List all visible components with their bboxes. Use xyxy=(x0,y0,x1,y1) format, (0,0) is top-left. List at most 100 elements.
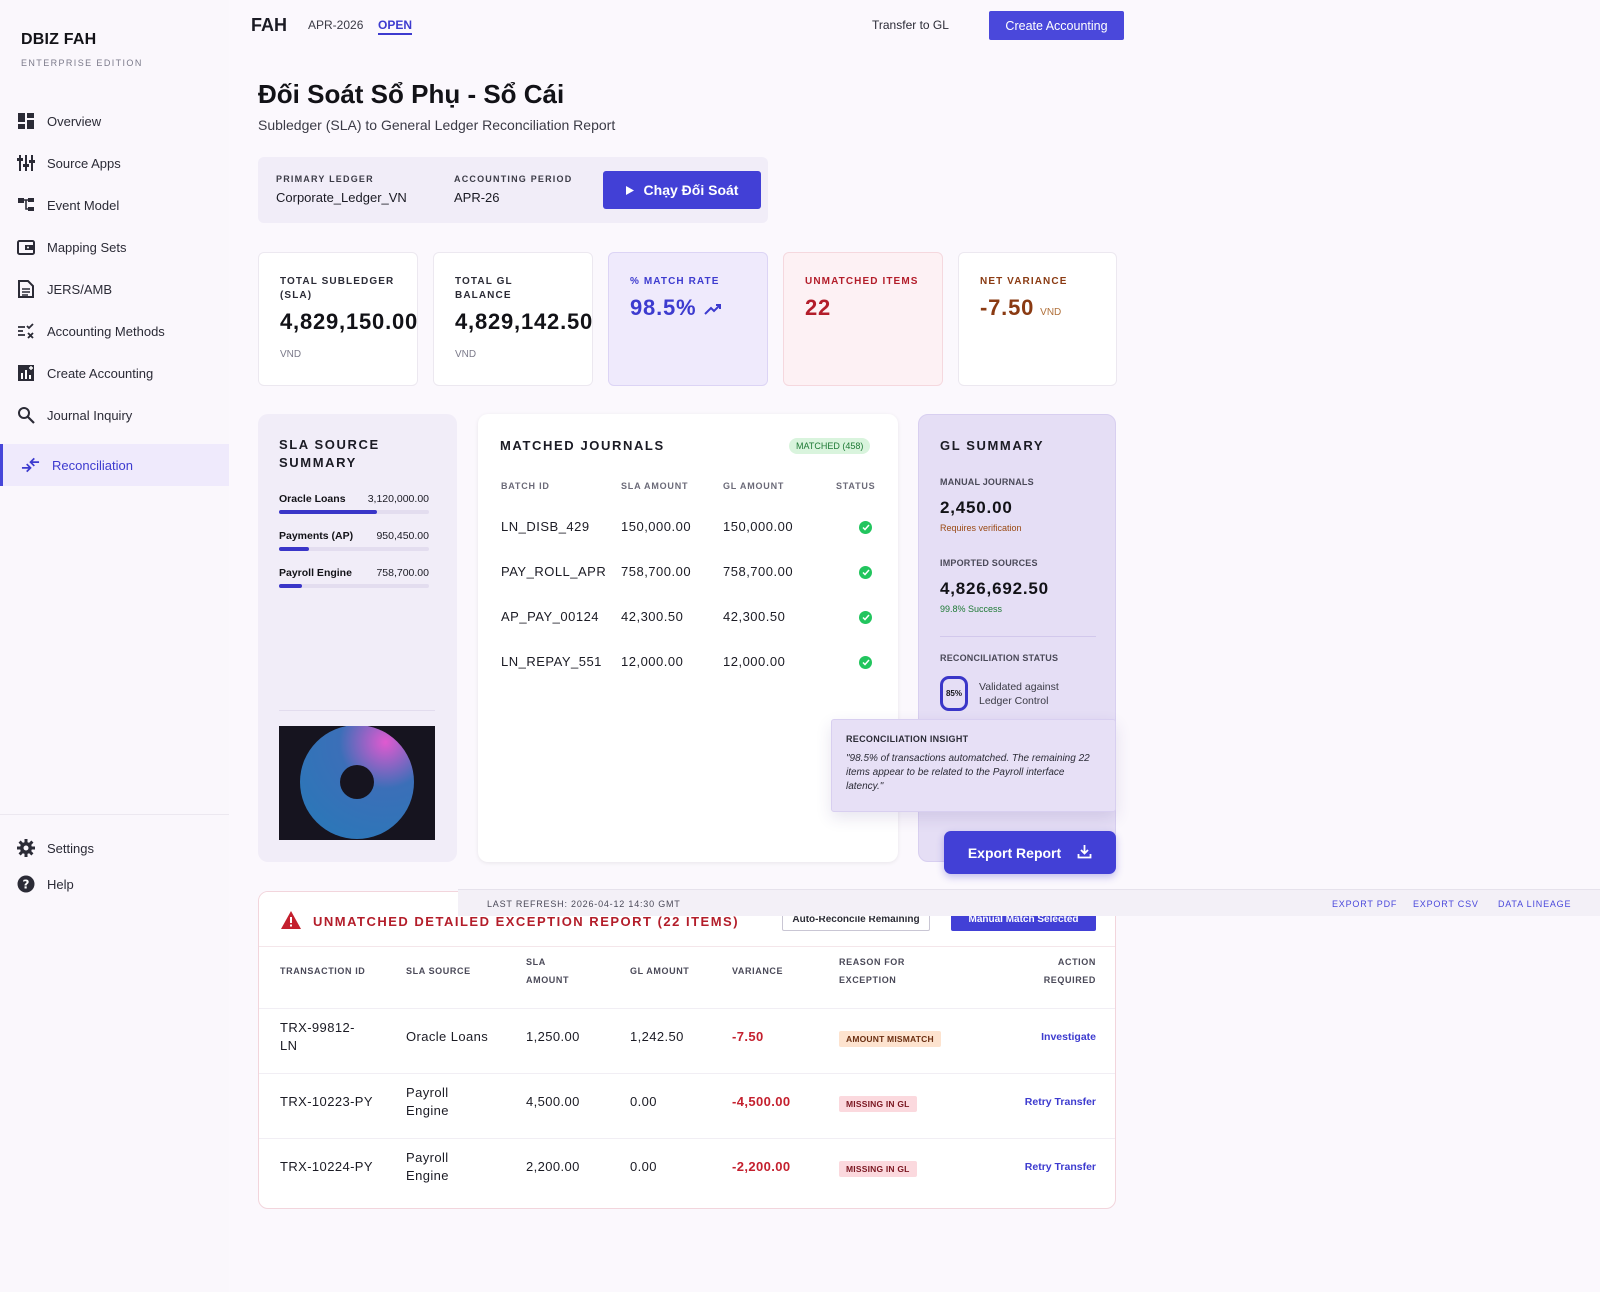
panel-title: MATCHED JOURNALS xyxy=(500,438,665,453)
sidebar-item-overview[interactable]: Overview xyxy=(0,100,229,142)
reason-badge: MISSING IN GL xyxy=(839,1161,917,1177)
sidebar: DBIZ FAH ENTERPRISE EDITION Overview Sou… xyxy=(0,0,229,1292)
sidebar-item-source-apps[interactable]: Source Apps xyxy=(0,142,229,184)
sla-source-line: Engine xyxy=(406,1103,449,1118)
sidebar-item-event-model[interactable]: Event Model xyxy=(0,184,229,226)
app-name: FAH xyxy=(251,15,287,35)
sidebar-item-label: Reconciliation xyxy=(52,457,133,473)
source-name: Oracle Loans xyxy=(279,493,346,505)
export-csv-link[interactable]: EXPORT CSV xyxy=(1413,899,1479,909)
check-circle-icon xyxy=(859,656,872,669)
footer-bar: LAST REFRESH: 2026-04-12 14:30 GMT EXPOR… xyxy=(458,889,1600,916)
check-circle-icon xyxy=(859,566,872,579)
gear-icon xyxy=(16,839,35,858)
manual-journals-value: 2,450.00 xyxy=(940,498,1013,517)
status-text-line: Validated against xyxy=(979,681,1059,693)
imported-sources-note: 99.8% Success xyxy=(940,604,1003,614)
row-divider xyxy=(259,1073,1115,1074)
sidebar-item-label: Event Model xyxy=(47,197,120,213)
sla-source-row: Oracle Loans 3,120,000.00 xyxy=(279,493,429,514)
sla-source-summary-panel: SLA SOURCE SUMMARY Oracle Loans 3,120,000… xyxy=(258,414,457,862)
column-header: SLA AMOUNT xyxy=(621,481,689,491)
create-accounting-button[interactable]: Create Accounting xyxy=(989,11,1124,40)
kpi-unit: VND xyxy=(280,349,302,360)
ledger-select[interactable]: Corporate_Ledger_VN xyxy=(276,190,407,205)
column-header-line: REQUIRED xyxy=(1043,975,1096,985)
brand-edition: ENTERPRISE EDITION xyxy=(21,58,143,68)
transfer-to-gl-button[interactable]: Transfer to GL xyxy=(872,18,949,32)
kpi-value: -7.50 xyxy=(980,295,1035,320)
column-header: VARIANCE xyxy=(732,966,784,976)
page-title: Đối Soát Sổ Phụ - Sổ Cái xyxy=(258,79,565,109)
column-header-line: EXCEPTION xyxy=(839,975,897,985)
column-header: GL AMOUNT xyxy=(723,481,785,491)
sidebar-item-label: Source Apps xyxy=(47,155,121,171)
document-icon xyxy=(16,280,35,299)
sla-source-line: Payroll xyxy=(406,1150,449,1165)
sla-source: Payroll Engine xyxy=(406,1084,449,1120)
kpi-value: 4,829,150.00 xyxy=(280,309,419,334)
retry-transfer-link[interactable]: Retry Transfer xyxy=(976,1096,1096,1108)
column-header: ACTION REQUIRED xyxy=(996,953,1096,989)
panel-title: SLA SOURCE SUMMARY xyxy=(279,437,380,470)
transaction-id-line: TRX-99812- xyxy=(280,1020,355,1035)
source-share-fill xyxy=(279,510,377,514)
sidebar-item-label: Journal Inquiry xyxy=(47,407,133,423)
row-divider xyxy=(259,1008,1115,1009)
column-header: BATCH ID xyxy=(501,481,550,491)
sidebar-item-label: Create Accounting xyxy=(47,365,154,381)
status-progress-ring: 85% xyxy=(940,676,968,711)
play-icon xyxy=(625,182,634,198)
transaction-id-line: LN xyxy=(280,1038,298,1053)
transaction-id: TRX-10223-PY xyxy=(280,1094,373,1109)
column-header-line: REASON FOR xyxy=(839,957,906,967)
trending-up-icon xyxy=(704,295,722,321)
filter-bar: PRIMARY LEDGER Corporate_Ledger_VN ACCOU… xyxy=(258,157,768,223)
divider xyxy=(279,710,435,711)
sidebar-item-journal-inquiry[interactable]: Journal Inquiry xyxy=(0,394,229,436)
run-reconciliation-button[interactable]: Chạy Đối Soát xyxy=(603,171,761,209)
kpi-label: TOTAL SUBLEDGER (SLA) xyxy=(280,276,395,301)
sla-amount: 758,700.00 xyxy=(621,564,692,579)
kpi-label: NET VARIANCE xyxy=(980,276,1068,287)
kpi-total-subledger: TOTAL SUBLEDGER (SLA) 4,829,150.00 VND xyxy=(258,252,418,386)
sla-amount: 1,250.00 xyxy=(526,1029,580,1044)
source-share-fill xyxy=(279,547,309,551)
sla-source-row: Payments (AP) 950,450.00 xyxy=(279,530,429,551)
sidebar-item-label: Help xyxy=(47,876,74,892)
variance: -2,200.00 xyxy=(732,1159,791,1174)
column-header: REASON FOR EXCEPTION xyxy=(839,953,905,989)
kpi-value: 98.5% xyxy=(630,295,697,320)
status-text-line: Ledger Control xyxy=(979,695,1049,707)
export-pdf-link[interactable]: EXPORT PDF xyxy=(1332,899,1397,909)
period-status-tab[interactable]: OPEN xyxy=(378,18,413,35)
sidebar-item-jers-amb[interactable]: JERS/AMB xyxy=(0,268,229,310)
status-text: Validated against Ledger Control xyxy=(979,680,1059,708)
period-selector[interactable]: APR-2026 xyxy=(308,18,363,32)
sidebar-item-accounting-methods[interactable]: Accounting Methods xyxy=(0,310,229,352)
sidebar-item-create-accounting[interactable]: Create Accounting xyxy=(0,352,229,394)
manual-journals-label: MANUAL JOURNALS xyxy=(940,477,1034,487)
manual-journals-note: Requires verification xyxy=(940,523,1022,533)
exception-title: UNMATCHED DETAILED EXCEPTION REPORT (22 … xyxy=(313,914,740,929)
period-select[interactable]: APR-26 xyxy=(454,190,500,205)
sidebar-item-mapping-sets[interactable]: Mapping Sets xyxy=(0,226,229,268)
column-header-line: AMOUNT xyxy=(526,975,570,985)
reconciliation-insight-tooltip: RECONCILIATION INSIGHT "98.5% of transac… xyxy=(831,719,1116,812)
kpi-label: UNMATCHED ITEMS xyxy=(805,276,919,287)
source-share-bar xyxy=(279,510,429,514)
gl-amount: 0.00 xyxy=(630,1094,657,1109)
investigate-link[interactable]: Investigate xyxy=(976,1031,1096,1043)
tree-icon xyxy=(16,196,35,215)
export-report-button[interactable]: Export Report xyxy=(944,831,1116,874)
sidebar-item-label: Accounting Methods xyxy=(47,323,165,339)
reason-badge: MISSING IN GL xyxy=(839,1096,917,1112)
sidebar-item-help[interactable]: ? Help xyxy=(0,863,229,905)
chart-add-icon xyxy=(16,364,35,383)
imported-sources-value: 4,826,692.50 xyxy=(940,579,1049,598)
data-lineage-link[interactable]: DATA LINEAGE xyxy=(1498,899,1571,909)
sla-source-line: Payroll xyxy=(406,1085,449,1100)
sidebar-item-reconciliation[interactable]: Reconciliation xyxy=(0,444,229,486)
gl-amount: 150,000.00 xyxy=(723,519,794,534)
retry-transfer-link[interactable]: Retry Transfer xyxy=(976,1161,1096,1173)
